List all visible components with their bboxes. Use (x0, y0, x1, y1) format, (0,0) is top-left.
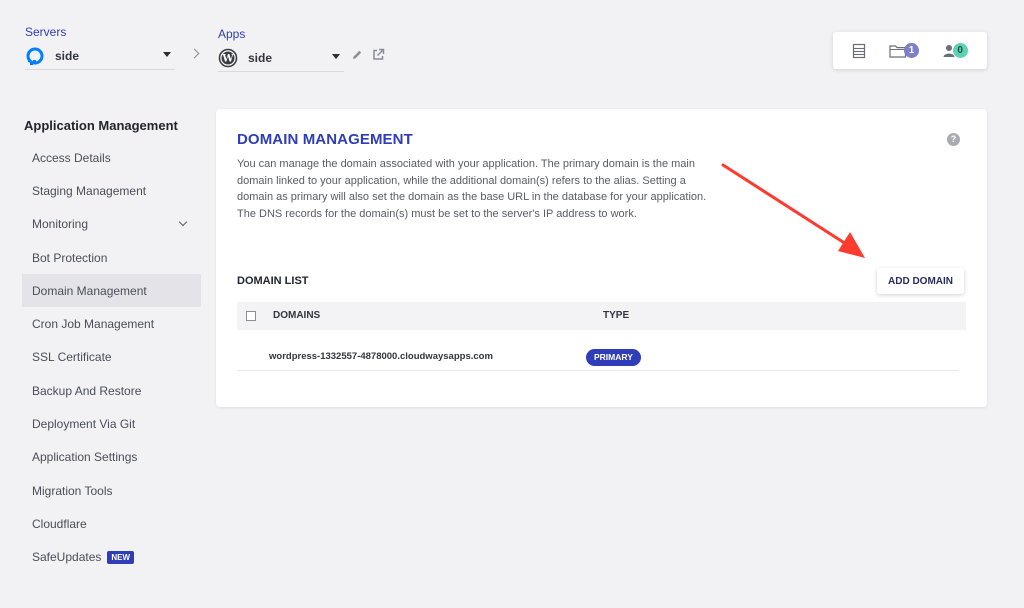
chevron-down-icon (178, 217, 188, 226)
sidebar-item-label: Access Details (32, 150, 111, 165)
sidebar-item-cron-job-management[interactable]: Cron Job Management (22, 307, 201, 340)
app-name: side (248, 51, 273, 65)
page-title: DOMAIN MANAGEMENT (237, 131, 413, 148)
app-dropdown-caret-icon (332, 54, 340, 59)
sidebar-item-label: Application Settings (32, 450, 138, 465)
sidebar-nav: Access Details Staging Management Monito… (22, 141, 201, 574)
sidebar-item-cloudflare[interactable]: Cloudflare (22, 507, 201, 540)
sidebar-item-bot-protection[interactable]: Bot Protection (22, 241, 201, 274)
app-dropdown[interactable]: W side (218, 45, 344, 72)
edit-pencil-icon[interactable] (351, 49, 363, 61)
server-name: side (55, 49, 80, 63)
sidebar-item-label: Domain Management (32, 283, 147, 298)
sidebar-item-staging-management[interactable]: Staging Management (22, 174, 201, 207)
sidebar-item-label: Cloudflare (32, 516, 87, 531)
sidebar-item-deployment-via-git[interactable]: Deployment Via Git (22, 407, 201, 440)
sidebar-item-application-settings[interactable]: Application Settings (22, 441, 201, 474)
apps-label: Apps (218, 27, 246, 41)
domain-management-description: You can manage the domain associated wit… (237, 158, 707, 220)
help-icon[interactable]: ? (947, 133, 960, 146)
sidebar-item-label: Bot Protection (32, 250, 108, 265)
table-row[interactable]: wordpress-1332557-4878000.cloudwaysapps.… (237, 330, 959, 371)
add-domain-button[interactable]: ADD DOMAIN (877, 268, 964, 294)
apps-counter[interactable]: 1 (889, 43, 919, 58)
sidebar-item-label: Migration Tools (32, 483, 113, 498)
sidebar-item-domain-management[interactable]: Domain Management (22, 274, 201, 308)
sidebar-item-backup-and-restore[interactable]: Backup And Restore (22, 374, 201, 407)
select-all-checkbox[interactable] (246, 311, 256, 321)
servers-counter[interactable] (852, 43, 866, 59)
team-counter[interactable]: 0 (942, 43, 968, 58)
primary-badge: PRIMARY (586, 349, 641, 366)
domain-name: wordpress-1332557-4878000.cloudwaysapps.… (269, 351, 493, 362)
apps-count-badge: 1 (903, 43, 919, 58)
header-counters: 1 0 (833, 32, 987, 69)
svg-text:W: W (221, 54, 234, 65)
sidebar-item-monitoring[interactable]: Monitoring (22, 208, 201, 241)
servers-label: Servers (25, 25, 67, 39)
server-dropdown[interactable]: side (25, 43, 175, 70)
sidebar-item-access-details[interactable]: Access Details (22, 141, 201, 174)
sidebar-item-safeupdates[interactable]: SafeUpdates NEW (22, 541, 201, 574)
digitalocean-logo-icon (26, 47, 44, 65)
server-list-icon (853, 43, 866, 58)
sidebar-item-label: Deployment Via Git (32, 417, 136, 432)
sidebar-item-migration-tools[interactable]: Migration Tools (22, 474, 201, 507)
sidebar-heading: Application Management (24, 118, 178, 133)
server-dropdown-caret-icon (163, 52, 171, 57)
column-header-type: TYPE (603, 310, 630, 321)
external-link-icon[interactable] (372, 48, 385, 61)
sidebar-item-label: Monitoring (32, 217, 89, 232)
domain-table-header: DOMAINS TYPE (237, 302, 966, 330)
sidebar-item-label: Staging Management (32, 183, 147, 198)
wordpress-logo-icon: W (218, 48, 238, 68)
new-badge: NEW (107, 550, 135, 564)
domain-management-card: DOMAIN MANAGEMENT ? You can manage the d… (216, 109, 987, 407)
domain-list-title: DOMAIN LIST (237, 275, 309, 287)
sidebar-item-label: SafeUpdates (32, 550, 102, 565)
team-count-badge: 0 (952, 43, 968, 58)
column-header-domains: DOMAINS (273, 310, 321, 321)
breadcrumb-chevron-icon (189, 48, 200, 59)
app-selector[interactable]: Apps W side (218, 27, 344, 72)
sidebar-item-label: SSL Certificate (32, 350, 112, 365)
sidebar-item-ssl-certificate[interactable]: SSL Certificate (22, 341, 201, 374)
server-selector[interactable]: Servers side (25, 25, 175, 70)
sidebar-item-label: Cron Job Management (32, 317, 155, 332)
sidebar-item-label: Backup And Restore (32, 383, 142, 398)
